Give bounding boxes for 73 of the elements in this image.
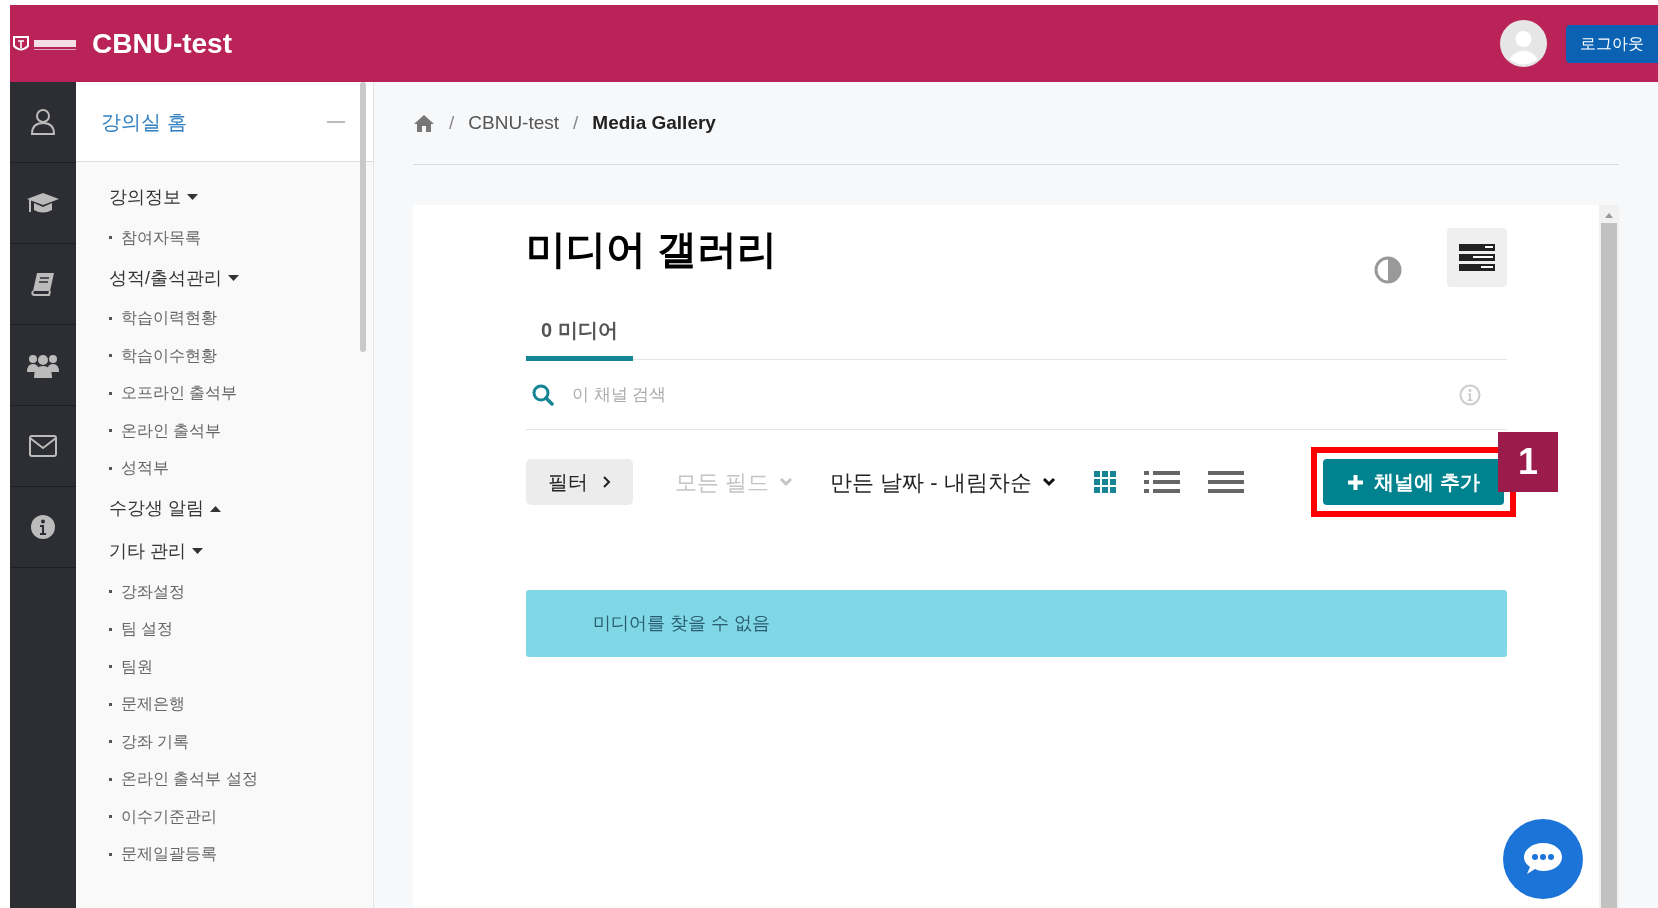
- mail-icon[interactable]: [29, 435, 57, 457]
- empty-message: 미디어를 찾을 수 없음: [526, 590, 1507, 657]
- user-icon[interactable]: [30, 108, 56, 136]
- step-number-badge: 1: [1498, 432, 1558, 492]
- info-icon[interactable]: [31, 515, 55, 539]
- sidebar-section-toggle[interactable]: 기타 관리: [109, 538, 203, 565]
- bullet-icon: [109, 391, 112, 395]
- site-title[interactable]: CBNU-test: [92, 22, 232, 65]
- sidebar-link[interactable]: 오프라인 출석부: [121, 381, 238, 406]
- page-title: 미디어 갤러리: [526, 226, 778, 273]
- bullet-icon: [109, 466, 112, 470]
- grid-view-icon[interactable]: [1093, 471, 1116, 493]
- group-icon[interactable]: [27, 352, 59, 378]
- sidebar-link[interactable]: 학습이력현황: [121, 306, 217, 331]
- caret-icon: [192, 548, 203, 555]
- plus-icon: [1347, 473, 1365, 491]
- bullet-icon: [109, 665, 112, 669]
- bullet-icon: [109, 316, 112, 320]
- user-avatar-icon[interactable]: [1500, 20, 1547, 67]
- bullet-icon: [109, 777, 112, 781]
- breadcrumb-separator: /: [573, 110, 579, 135]
- bullet-icon: [109, 236, 112, 240]
- layout-toggle-button[interactable]: [1447, 228, 1507, 287]
- bullet-icon: [109, 627, 112, 631]
- sidebar-link[interactable]: 온라인 출석부: [121, 418, 222, 443]
- sidebar-link[interactable]: 강좌설정: [121, 579, 185, 604]
- sidebar-link[interactable]: 성적부: [121, 456, 169, 481]
- sidebar-link[interactable]: 강좌 기록: [121, 729, 190, 754]
- filter-button[interactable]: 필터: [526, 459, 633, 505]
- course-home-link[interactable]: 강의실 홈: [101, 106, 187, 137]
- home-icon[interactable]: [413, 113, 435, 133]
- chat-bubble-icon: [1522, 841, 1564, 877]
- logout-button[interactable]: 로그아웃: [1566, 24, 1658, 63]
- search-field[interactable]: 이 채널 검색: [572, 381, 1459, 408]
- bullet-icon: [109, 815, 112, 819]
- chevron-right-icon: [602, 475, 611, 489]
- add-to-channel-button[interactable]: 채널에 추가: [1323, 459, 1504, 505]
- sidebar-link[interactable]: 문제은행: [121, 692, 185, 717]
- sidebar-section-toggle[interactable]: 강의정보: [109, 184, 198, 211]
- bullet-icon: [109, 354, 112, 358]
- book-icon[interactable]: [30, 271, 56, 297]
- sidebar-section-toggle[interactable]: 성적/출석관리: [109, 264, 239, 292]
- contrast-icon[interactable]: [1374, 256, 1402, 284]
- sidebar-link[interactable]: 문제일괄등록: [121, 842, 217, 867]
- graduation-cap-icon[interactable]: [26, 191, 60, 215]
- scrollbar[interactable]: [360, 82, 366, 352]
- tab[interactable]: 0 미디어: [526, 303, 633, 361]
- list-view-icon[interactable]: [1143, 471, 1180, 493]
- sidebar-link[interactable]: 이수기준관리: [121, 804, 217, 829]
- caret-icon: [187, 194, 198, 201]
- sidebar-link[interactable]: 팀원: [121, 654, 153, 679]
- chevron-down-icon: [1041, 477, 1056, 487]
- breadcrumb-current: Media Gallery: [592, 110, 716, 135]
- search-icon: [532, 383, 554, 406]
- rows-view-icon[interactable]: [1207, 471, 1244, 493]
- caret-icon: [210, 505, 221, 512]
- bullet-icon: [109, 740, 112, 744]
- bullet-icon: [109, 702, 112, 706]
- sidebar-link[interactable]: 팀 설정: [121, 617, 174, 642]
- sort-dropdown[interactable]: 만든 날짜 - 내림차순: [830, 459, 1056, 505]
- bullet-icon: [109, 852, 112, 856]
- bullet-icon: [109, 590, 112, 594]
- sidebar-section-toggle[interactable]: 수강생 알림: [109, 495, 221, 522]
- sidebar-link[interactable]: 학습이수현황: [121, 343, 217, 368]
- sidebar-link[interactable]: 온라인 출석부 설정: [121, 767, 258, 792]
- breadcrumb-link[interactable]: CBNU-test: [468, 108, 560, 138]
- breadcrumb-separator: /: [449, 110, 455, 135]
- stacked-bars-icon: [1459, 243, 1495, 272]
- scrollbar[interactable]: [1599, 205, 1619, 908]
- bullet-icon: [109, 429, 112, 433]
- caret-icon: [228, 274, 239, 282]
- chevron-down-icon: [779, 477, 794, 487]
- sidebar-link[interactable]: 참여자목록: [121, 225, 201, 250]
